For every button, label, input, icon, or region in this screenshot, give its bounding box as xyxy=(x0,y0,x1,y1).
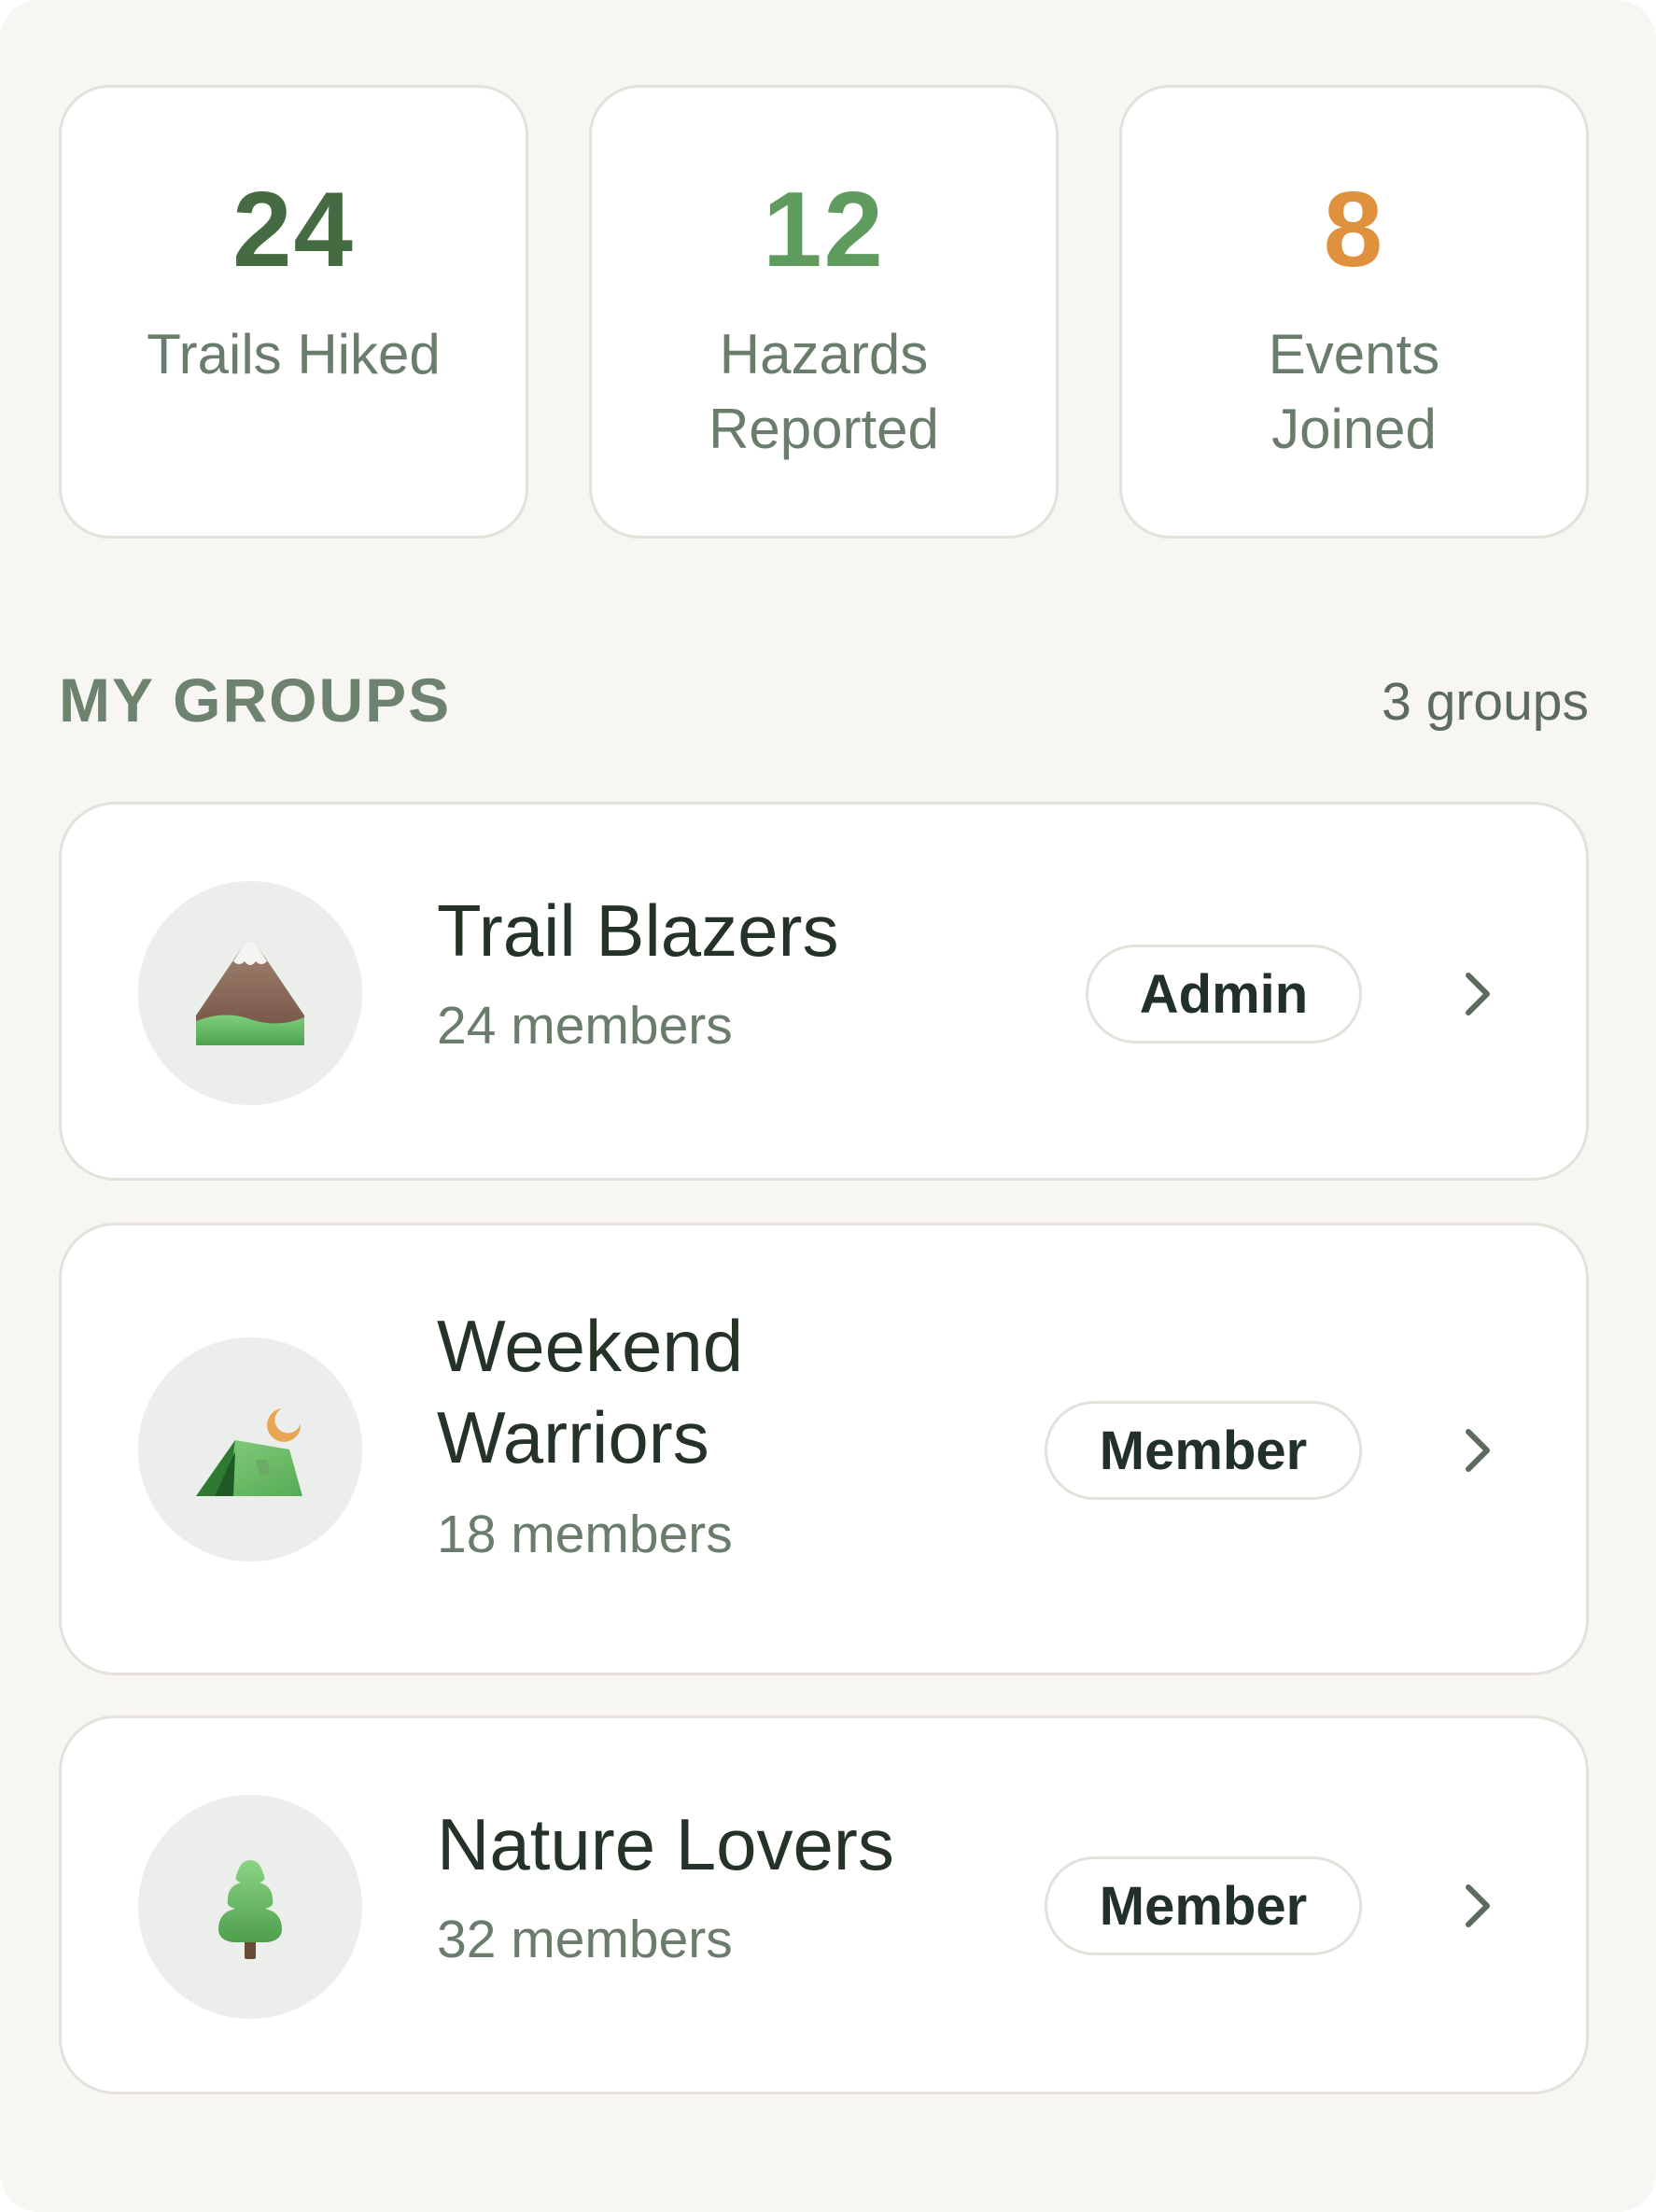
stat-card-trails-hiked: 24 Trails Hiked xyxy=(59,85,528,539)
stat-card-events-joined: 8 Events Joined xyxy=(1119,85,1589,539)
tent-icon xyxy=(196,1408,302,1496)
profile-panel: 24 Trails Hiked 12 Hazards Reported 8 Ev… xyxy=(0,0,1656,2212)
stats-row: 24 Trails Hiked 12 Hazards Reported 8 Ev… xyxy=(59,85,1589,539)
group-text: Weekend Warriors 18 members xyxy=(437,1300,960,1567)
section-title-my-groups: MY GROUPS xyxy=(59,665,452,735)
stat-value-events-joined: 8 xyxy=(1323,171,1385,289)
group-member-count: 32 members xyxy=(437,1910,733,1969)
group-name: Weekend Warriors xyxy=(437,1305,744,1478)
group-member-count: 18 members xyxy=(437,1505,733,1564)
group-card-trail-blazers[interactable]: Trail Blazers 24 members Admin xyxy=(59,802,1589,1181)
group-avatar xyxy=(138,881,362,1105)
mountain-icon xyxy=(196,941,304,1045)
role-badge-member: Member xyxy=(1045,1401,1362,1500)
stat-label-trails-hiked: Trails Hiked xyxy=(147,323,441,385)
stat-card-hazards-reported: 12 Hazards Reported xyxy=(589,85,1059,539)
group-avatar xyxy=(138,1795,362,2019)
group-text: Trail Blazers 24 members xyxy=(437,885,960,1058)
role-badge-admin: Admin xyxy=(1086,945,1362,1043)
stat-label-events-joined: Events Joined xyxy=(1268,323,1440,460)
stat-label-hazards-reported: Hazards Reported xyxy=(709,323,939,460)
stat-value-trails-hiked: 24 xyxy=(232,171,355,289)
group-card-nature-lovers[interactable]: Nature Lovers 32 members Member xyxy=(59,1715,1589,2094)
group-name: Nature Lovers xyxy=(437,1803,894,1885)
group-card-weekend-warriors[interactable]: Weekend Warriors 18 members Member xyxy=(59,1223,1589,1675)
tree-icon xyxy=(218,1860,282,1959)
chevron-right-icon[interactable] xyxy=(1461,1426,1495,1475)
group-name: Trail Blazers xyxy=(437,889,839,972)
stat-value-hazards-reported: 12 xyxy=(763,171,885,289)
group-member-count: 24 members xyxy=(437,996,733,1056)
group-text: Nature Lovers 32 members xyxy=(437,1799,960,1972)
chevron-right-icon[interactable] xyxy=(1461,1882,1495,1930)
groups-count: 3 groups xyxy=(1382,672,1589,732)
role-badge-member: Member xyxy=(1045,1856,1362,1955)
group-avatar xyxy=(138,1337,362,1561)
chevron-right-icon[interactable] xyxy=(1461,970,1495,1018)
